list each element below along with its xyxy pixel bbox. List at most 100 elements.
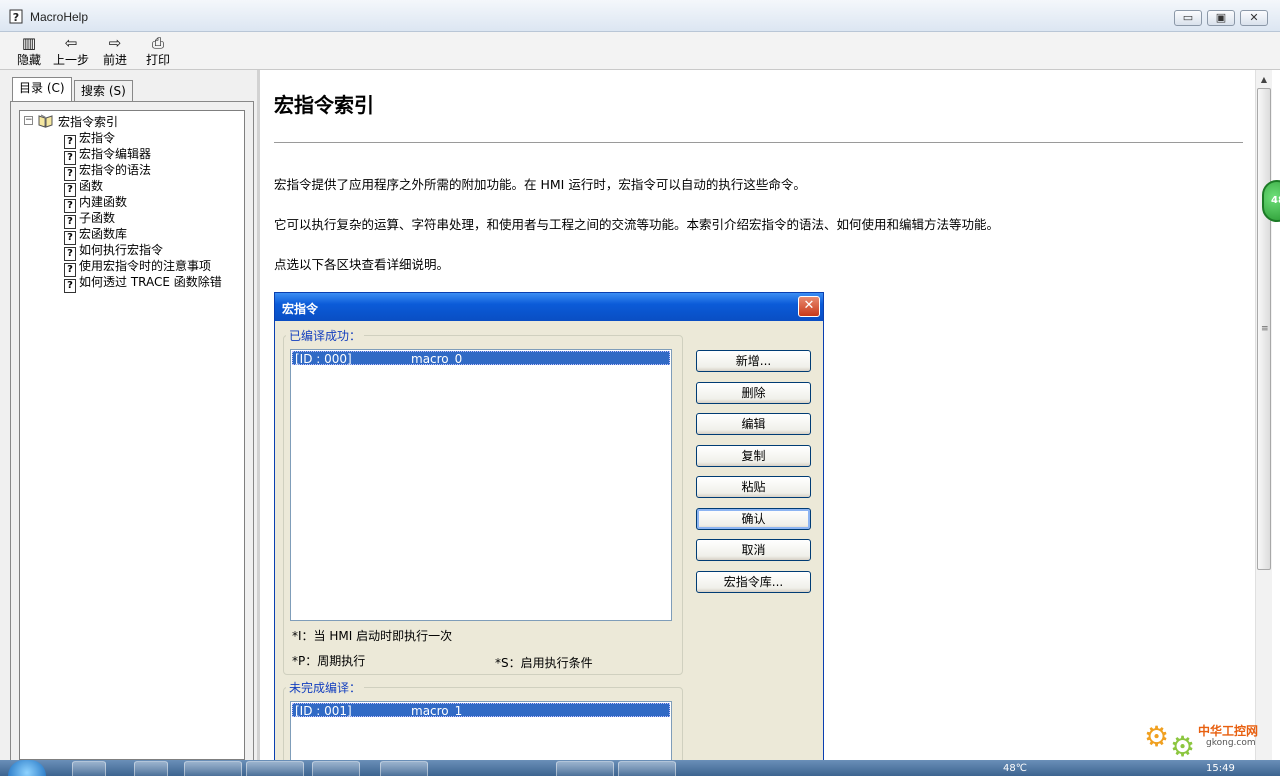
tree-item-label: 函数 (79, 179, 104, 193)
help-app-icon: ? (9, 9, 23, 24)
scroll-up-arrow-icon[interactable]: ▲ (1256, 72, 1272, 88)
instruction-paragraph: 点选以下各区块查看详细说明。 (274, 257, 450, 272)
uncompiled-macro-list[interactable]: [ID : 001] macro_1 (290, 701, 672, 763)
help-page-icon: ? (64, 279, 76, 293)
navigation-pane: 目录 (C) 搜索 (S) − 宏指令索引 ? 宏指令 ? 宏指令编辑器 ? 宏指令的… (0, 70, 260, 761)
taskbar-app-button[interactable] (380, 761, 428, 776)
dialog-body: 已编译成功： [ID : 000] macro_0 *I：当 HMI 启动时即执… (277, 321, 821, 767)
dialog-title: 宏指令 (282, 302, 319, 316)
hide-label: 隐藏 (16, 53, 41, 67)
tree-item-label: 如何透过 TRACE 函数除错 (79, 275, 222, 289)
contents-tree[interactable]: − 宏指令索引 ? 宏指令 ? 宏指令编辑器 ? 宏指令的语法 ? 函数 ? 内建函数 ?… (19, 110, 245, 760)
tree-item-label: 宏指令 (79, 131, 116, 145)
minimize-button[interactable]: ▭ (1174, 10, 1202, 26)
tree-item[interactable]: ? 如何透过 TRACE 函数除错 (64, 273, 222, 293)
back-button[interactable]: ⇦ 上一步 (52, 34, 90, 68)
edit-button[interactable]: 编辑 (696, 413, 811, 435)
list-item[interactable]: [ID : 001] macro_1 (292, 703, 670, 718)
print-label: 打印 (145, 53, 170, 67)
tree-item[interactable]: ? 内建函数 (64, 193, 128, 213)
forward-arrow-icon: ⇨ (108, 34, 122, 52)
svg-text:?: ? (13, 11, 19, 24)
new-button[interactable]: 新增... (696, 350, 811, 372)
tree-item-label: 子函数 (79, 211, 116, 225)
taskbar: 48℃ 15:49 (0, 760, 1280, 776)
tree-item-label: 宏指令的语法 (79, 163, 152, 177)
note-condition: *S：启用执行条件 (495, 656, 593, 670)
tree-item-label: 内建函数 (79, 195, 128, 209)
forward-button[interactable]: ⇨ 前进 (100, 34, 130, 68)
macro-name: macro_1 (411, 704, 463, 718)
watermark-cn: 中华工控网 (1198, 724, 1259, 738)
tree-item[interactable]: ? 使用宏指令时的注意事项 (64, 257, 212, 277)
uncompiled-legend: 未完成编译： (286, 679, 365, 696)
start-button[interactable] (8, 760, 46, 776)
print-button[interactable]: ⎙ 打印 (142, 34, 174, 68)
back-label: 上一步 (52, 53, 89, 67)
taskbar-app-button[interactable] (618, 761, 676, 776)
back-arrow-icon: ⇦ (64, 34, 78, 52)
collapse-toggle-icon[interactable]: − (24, 116, 33, 125)
list-item[interactable]: [ID : 000] macro_0 (292, 351, 670, 366)
close-window-button[interactable]: ✕ (1240, 10, 1268, 26)
hide-icon: ▥ (21, 34, 37, 52)
hide-button[interactable]: ▥ 隐藏 (14, 34, 44, 68)
page-title: 宏指令索引 (274, 93, 374, 117)
tree-item[interactable]: ? 子函数 (64, 209, 116, 229)
paste-button[interactable]: 粘贴 (696, 476, 811, 498)
macro-id: [ID : 000] (295, 352, 352, 366)
compiled-legend: 已编译成功： (286, 327, 365, 344)
dialog-close-icon[interactable]: ✕ (798, 296, 820, 317)
cpu-temperature: 48℃ (1003, 763, 1027, 774)
open-book-icon (38, 114, 53, 128)
taskbar-app-button[interactable] (72, 761, 106, 776)
tree-item[interactable]: ? 宏指令的语法 (64, 161, 152, 181)
tree-item-label: 宏函数库 (79, 227, 128, 241)
taskbar-app-button[interactable] (246, 761, 304, 776)
tree-item[interactable]: ? 宏函数库 (64, 225, 128, 245)
vertical-scrollbar[interactable]: ▲ ≡ (1255, 70, 1272, 760)
description-paragraph: 它可以执行复杂的运算、字符串处理，和使用者与工程之间的交流等功能。本索引介绍宏指… (274, 217, 1000, 232)
compiled-macro-list[interactable]: [ID : 000] macro_0 (290, 349, 672, 621)
tree-item-label: 使用宏指令时的注意事项 (79, 259, 212, 273)
tree-item[interactable]: ? 宏指令编辑器 (64, 145, 152, 165)
ok-button[interactable]: 确认 (696, 508, 811, 530)
title-bar: ? MacroHelp ▭ ▣ ✕ (0, 0, 1280, 32)
tree-item-label: 宏指令编辑器 (79, 147, 152, 161)
macro-dialog-image[interactable]: 宏指令 ✕ 已编译成功： [ID : 000] macro_0 *I：当 HMI… (274, 292, 824, 767)
contents-panel: − 宏指令索引 ? 宏指令 ? 宏指令编辑器 ? 宏指令的语法 ? 函数 ? 内建函数 ?… (10, 101, 254, 761)
tree-item-label: 如何执行宏指令 (79, 243, 164, 257)
floating-monitor-badge[interactable]: 48 (1262, 180, 1280, 222)
grip-icon: ≡ (1261, 324, 1269, 334)
maximize-button[interactable]: ▣ (1207, 10, 1235, 26)
note-periodic: *P：周期执行 (292, 654, 366, 668)
tree-item[interactable]: ? 函数 (64, 177, 104, 197)
watermark-logo: ⚙ ⚙ 中华工控网 gkong.com (1144, 718, 1274, 766)
forward-label: 前进 (102, 53, 127, 67)
watermark-en: gkong.com (1206, 738, 1256, 748)
tree-item[interactable]: ? 宏指令 (64, 129, 116, 149)
delete-button[interactable]: 删除 (696, 382, 811, 404)
title-divider (274, 142, 1243, 143)
taskbar-app-button[interactable] (312, 761, 360, 776)
toolbar: ▥ 隐藏 ⇦ 上一步 ⇨ 前进 ⎙ 打印 (0, 32, 1280, 70)
cancel-button[interactable]: 取消 (696, 539, 811, 561)
intro-paragraph: 宏指令提供了应用程序之外所需的附加功能。在 HMI 运行时，宏指令可以自动的执行… (274, 177, 806, 192)
taskbar-app-button[interactable] (134, 761, 168, 776)
taskbar-app-button[interactable] (556, 761, 614, 776)
tab-contents[interactable]: 目录 (C) (12, 77, 72, 102)
note-init: *I：当 HMI 启动时即执行一次 (292, 629, 453, 643)
taskbar-clock[interactable]: 15:49 (1206, 763, 1235, 774)
macro-library-button[interactable]: 宏指令库... (696, 571, 811, 593)
taskbar-app-button[interactable] (184, 761, 242, 776)
printer-icon: ⎙ (151, 34, 164, 52)
gear-icon: ⚙ (1170, 730, 1196, 763)
tab-search[interactable]: 搜索 (S) (74, 80, 133, 102)
copy-button[interactable]: 复制 (696, 445, 811, 467)
tree-root-label: 宏指令索引 (58, 115, 119, 129)
dialog-title-bar: 宏指令 ✕ (275, 293, 823, 321)
scrollbar-thumb[interactable]: ≡ (1257, 88, 1271, 570)
tree-item[interactable]: ? 如何执行宏指令 (64, 241, 164, 261)
macro-id: [ID : 001] (295, 704, 352, 718)
macro-name: macro_0 (411, 352, 463, 366)
